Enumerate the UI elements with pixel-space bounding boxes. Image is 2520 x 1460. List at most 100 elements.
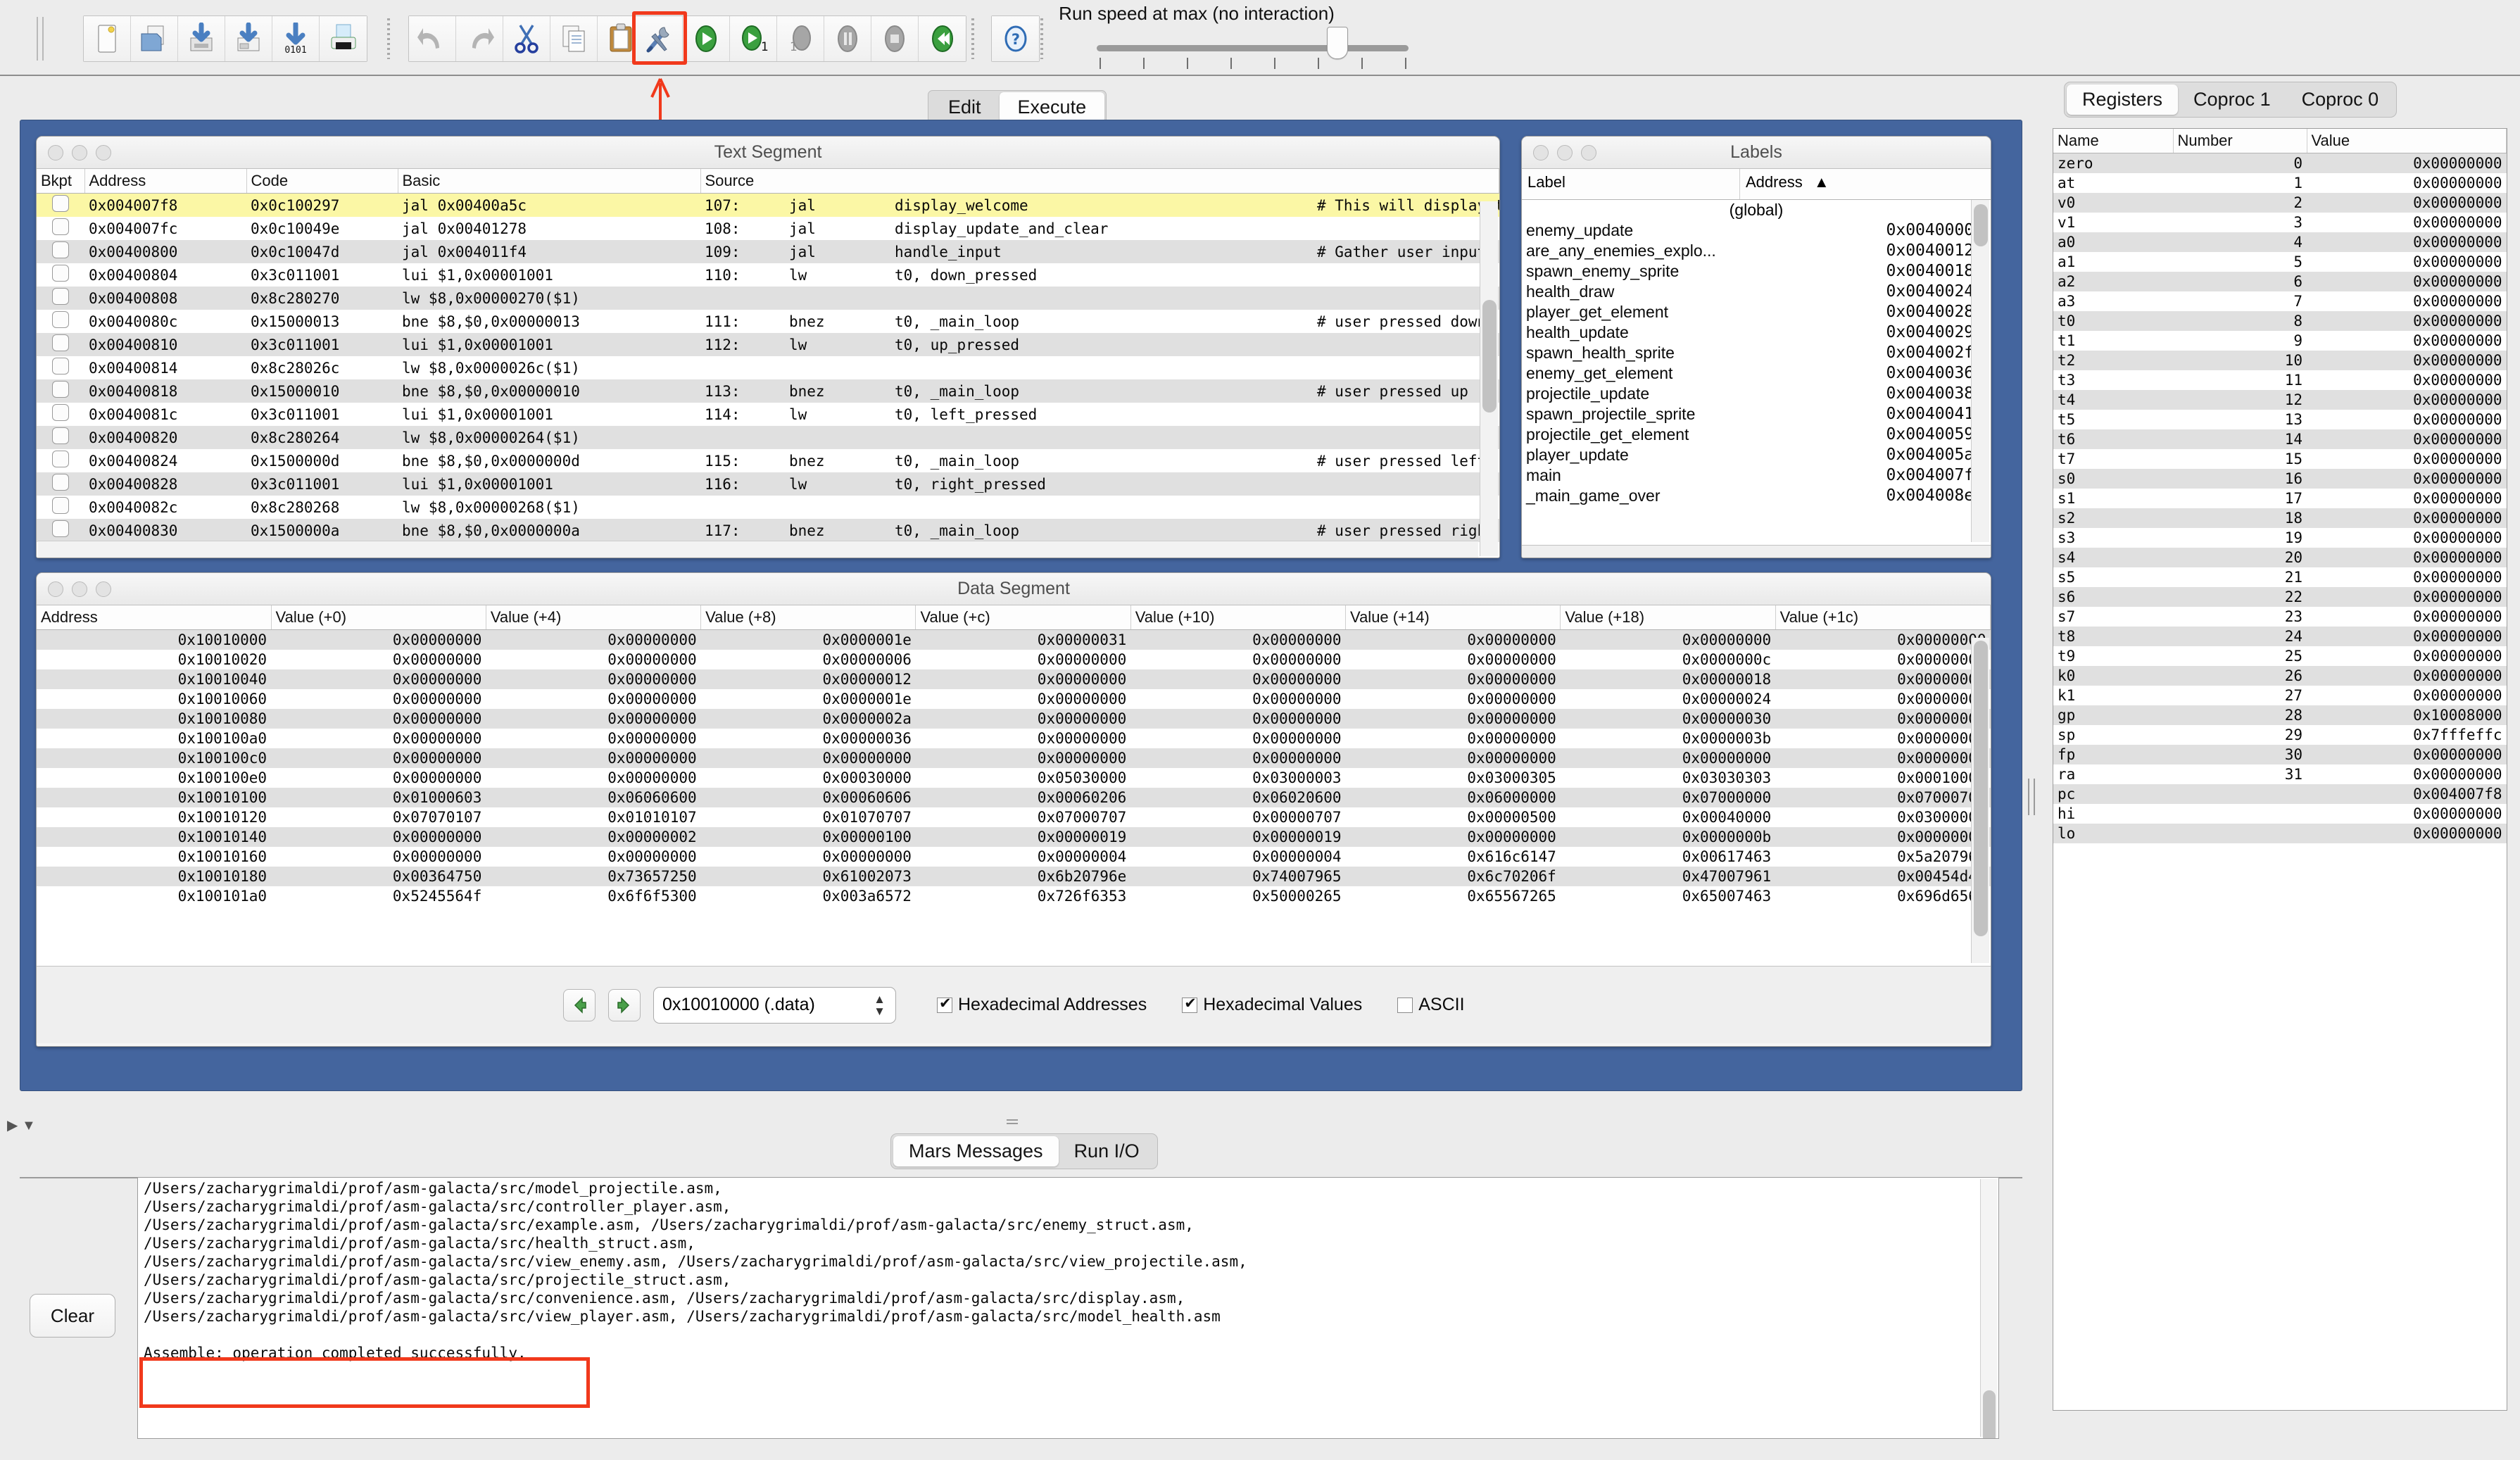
list-item[interactable]: health_update 0x00400294 (1522, 322, 1991, 343)
table-row[interactable]: 0x10010100 0x01000603 0x06060600 0x00060606… (37, 788, 1991, 807)
hex-addresses-checkbox[interactable]: Hexadecimal Addresses (937, 995, 1147, 1015)
table-row[interactable]: 0x100101a0 0x5245564f 0x6f6f5300 0x003a6572… (37, 886, 1991, 906)
tab-registers[interactable]: Registers (2067, 84, 2179, 115)
messages-vscroll-thumb[interactable] (1983, 1390, 1996, 1438)
table-row[interactable]: t8 24 0x00000000 (2053, 627, 2507, 646)
breakpoint-cell[interactable] (37, 356, 84, 379)
value-cell[interactable]: 0x00000000 (1775, 709, 1991, 729)
value-cell[interactable]: 0x00000000 (486, 689, 700, 709)
register-value[interactable]: 0x00000000 (2307, 764, 2507, 784)
value-cell[interactable]: 0x00000018 (1560, 669, 1776, 689)
table-row[interactable]: 0x00400828 0x3c011001 lui $1,0x00001001 116… (37, 472, 1499, 496)
breakpoint-cell[interactable] (37, 240, 84, 263)
value-cell[interactable]: 0x00000000 (1130, 689, 1345, 709)
tab-coproc-1[interactable]: Coproc 1 (2178, 84, 2286, 115)
table-row[interactable]: 0x00400814 0x8c28026c lw $8,0x0000026c($1) (37, 356, 1499, 379)
value-cell[interactable]: 0x00000004 (1130, 847, 1345, 867)
register-value[interactable]: 0x00000000 (2307, 153, 2507, 173)
value-cell[interactable]: 0x0000001e (700, 629, 916, 650)
breakpoint-checkbox[interactable] (52, 311, 69, 328)
col-label[interactable]: Label (1522, 169, 1740, 199)
value-cell[interactable]: 0x00000500 (1346, 807, 1561, 827)
list-item[interactable]: spawn_enemy_sprite 0x00400188 (1522, 261, 1991, 282)
table-row[interactable]: t2 10 0x00000000 (2053, 351, 2507, 370)
value-cell[interactable]: 0x01000603 (271, 788, 486, 807)
col-address[interactable]: Address (84, 169, 247, 194)
table-row[interactable]: 0x0040082c 0x8c280268 lw $8,0x00000268($1) (37, 496, 1499, 519)
value-cell[interactable]: 0x03000003 (1130, 768, 1345, 788)
value-cell[interactable]: 0x00000000 (1345, 629, 1561, 650)
value-cell[interactable]: 0x00000000 (1130, 709, 1346, 729)
breakpoint-checkbox[interactable] (52, 381, 69, 398)
tab-execute[interactable]: Execute (999, 92, 1105, 122)
value-cell[interactable]: 0x616c6147 (1346, 847, 1561, 867)
table-row[interactable]: a2 6 0x00000000 (2053, 272, 2507, 291)
value-cell[interactable]: 0x00000000 (1560, 629, 1776, 650)
value-cell[interactable]: 0x06000000 (1345, 788, 1561, 807)
cut-button[interactable] (503, 16, 550, 61)
breakpoint-checkbox[interactable] (52, 427, 69, 444)
value-cell[interactable]: 0x00000000 (1775, 629, 1991, 650)
col-value-10[interactable]: Value (+10) (1130, 605, 1347, 630)
breakpoint-checkbox[interactable] (52, 451, 69, 467)
register-value[interactable]: 0x00000000 (2307, 508, 2507, 528)
breakpoint-checkbox[interactable] (52, 265, 69, 282)
value-cell[interactable]: 0x00617463 (1561, 847, 1775, 867)
col-value-4[interactable]: Value (+4) (486, 605, 702, 630)
table-row[interactable]: at 1 0x00000000 (2053, 173, 2507, 193)
value-cell[interactable]: 0x00000000 (271, 768, 486, 788)
value-cell[interactable]: 0x00000031 (915, 629, 1131, 650)
value-cell[interactable]: 0x00000000 (700, 748, 916, 768)
splitter-collapse-arrows[interactable]: ▶ ▼ (7, 1116, 36, 1134)
register-value[interactable]: 0x00000000 (2307, 587, 2507, 607)
list-item[interactable]: projectile_update 0x00400380 (1522, 384, 1991, 404)
register-value[interactable]: 0x00000000 (2307, 351, 2507, 370)
value-cell[interactable]: 0x00000000 (1130, 729, 1345, 748)
labels-text-checkbox[interactable]: Text (1771, 556, 1823, 558)
list-item[interactable]: spawn_health_sprite 0x004002fc (1522, 343, 1991, 363)
list-item[interactable]: enemy_get_element 0x00400368 (1522, 363, 1991, 384)
value-cell[interactable]: 0x03000305 (1346, 768, 1561, 788)
value-cell[interactable]: 0x00000000 (915, 669, 1131, 689)
list-item[interactable]: main 0x004007f8 (1522, 465, 1991, 486)
table-row[interactable]: 0x100100a0 0x00000000 0x00000000 0x00000036… (37, 729, 1991, 748)
slider-knob[interactable] (1327, 27, 1348, 59)
table-row[interactable]: s4 20 0x00000000 (2053, 548, 2507, 567)
value-cell[interactable]: 0x06060600 (486, 788, 701, 807)
value-cell[interactable]: 0x00000002 (486, 827, 701, 847)
labels-data-checkbox[interactable]: Data (1689, 556, 1746, 558)
register-value[interactable]: 0x7fffeffc (2307, 725, 2507, 745)
splitter-handle[interactable] (1007, 1119, 1018, 1124)
col-value-1c[interactable]: Value (+1c) (1775, 605, 1991, 630)
breakpoint-checkbox[interactable] (52, 334, 69, 351)
table-row[interactable]: a3 7 0x00000000 (2053, 291, 2507, 311)
redo-button[interactable] (456, 16, 503, 61)
backstep-button[interactable]: 1 (777, 16, 824, 61)
col-name[interactable]: Name (2053, 129, 2174, 153)
table-row[interactable]: 0x10010060 0x00000000 0x00000000 0x0000001e… (37, 689, 1991, 709)
table-row[interactable]: 0x10010160 0x00000000 0x00000000 0x00000000… (37, 847, 1991, 867)
value-cell[interactable]: 0x5a207962 (1775, 847, 1990, 867)
table-row[interactable]: 0x004007fc 0x0c10049e jal 0x00401278 108: ja… (37, 217, 1499, 240)
prev-address-button[interactable] (563, 988, 596, 1021)
toolbar-grip[interactable] (37, 17, 44, 61)
register-value[interactable]: 0x00000000 (2307, 745, 2507, 764)
value-cell[interactable]: 0x00000000 (915, 709, 1131, 729)
value-cell[interactable]: 0x74007965 (1130, 867, 1346, 886)
value-cell[interactable]: 0x00000000 (271, 847, 486, 867)
help-button[interactable]: ? (992, 16, 1039, 61)
table-row[interactable]: 0x10010020 0x00000000 0x00000000 0x00000006… (37, 650, 1991, 669)
register-value[interactable]: 0x00000000 (2307, 390, 2507, 410)
col-value-0[interactable]: Value (+0) (271, 605, 486, 630)
breakpoint-cell[interactable] (37, 496, 84, 519)
breakpoint-cell[interactable] (37, 379, 84, 403)
breakpoint-cell[interactable] (37, 449, 84, 472)
value-cell[interactable]: 0x00000000 (1345, 669, 1561, 689)
value-cell[interactable]: 0x00030000 (701, 768, 916, 788)
table-row[interactable]: t9 25 0x00000000 (2053, 646, 2507, 666)
value-cell[interactable]: 0x6b20796e (915, 867, 1131, 886)
value-cell[interactable]: 0x65567265 (1346, 886, 1561, 906)
value-cell[interactable]: 0x07070107 (271, 807, 486, 827)
value-cell[interactable]: 0x47007961 (1560, 867, 1776, 886)
ds-vscroll-thumb[interactable] (1974, 641, 1988, 936)
